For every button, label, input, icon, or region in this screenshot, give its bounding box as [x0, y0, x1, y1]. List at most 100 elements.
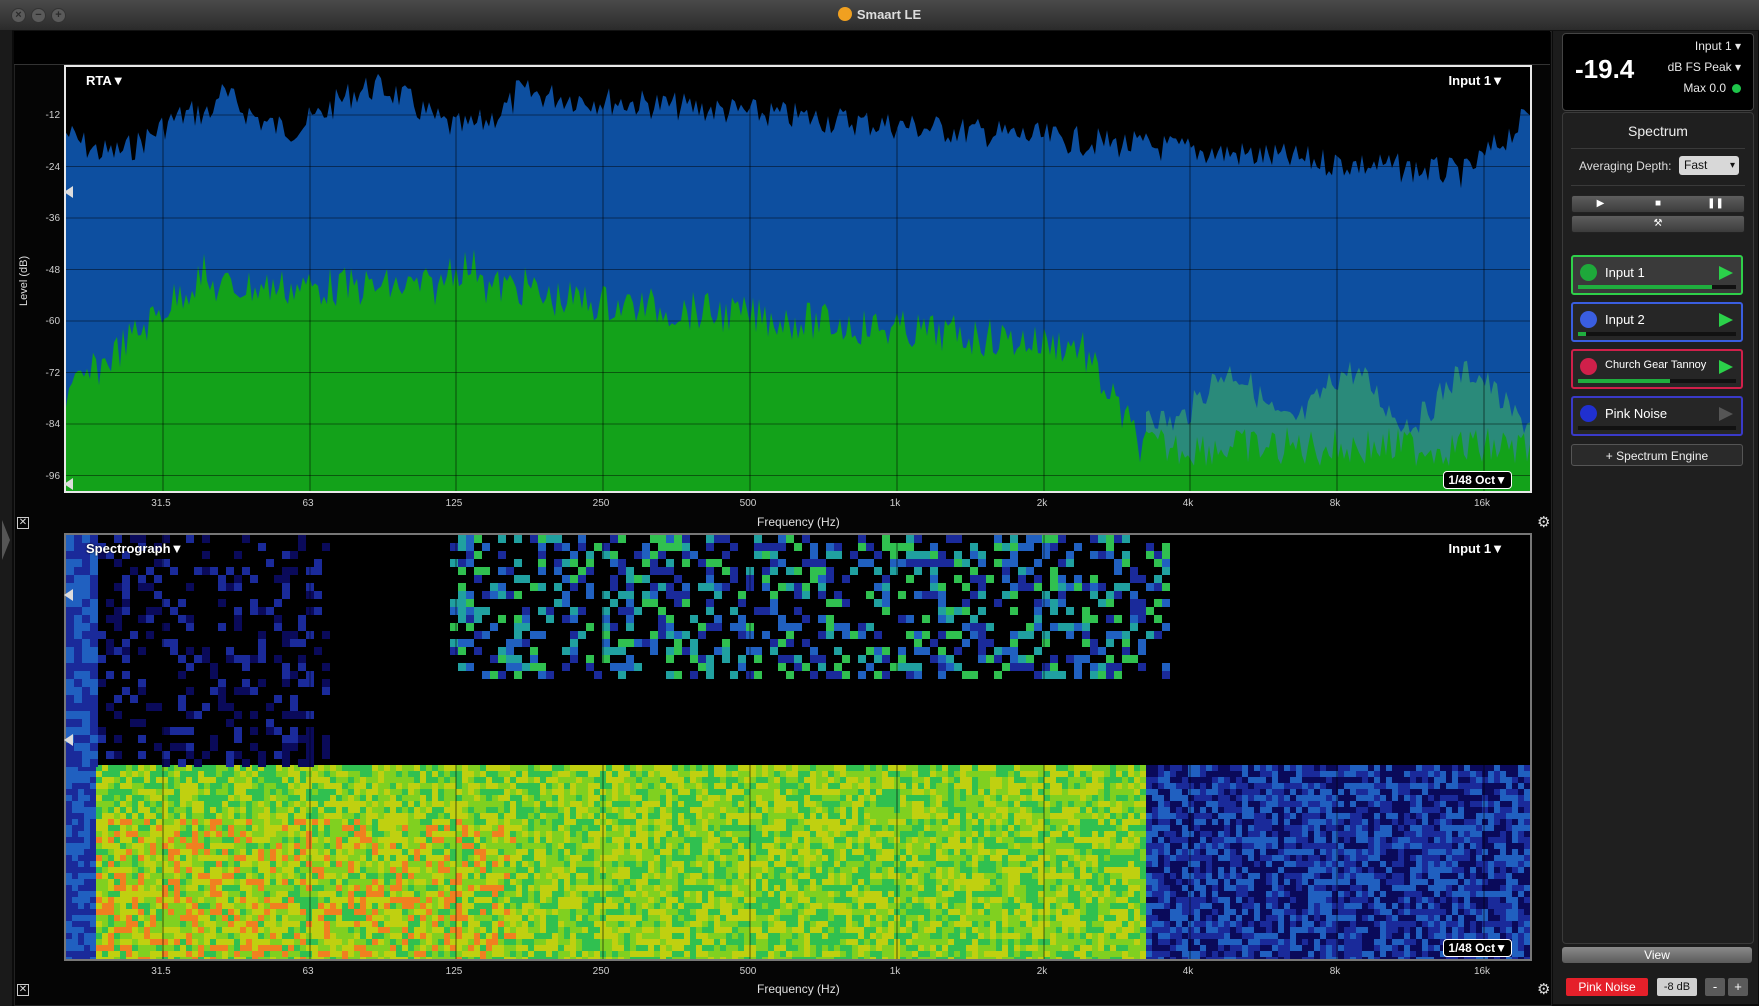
spectrograph-cell — [708, 843, 714, 849]
spectrograph-cell — [282, 897, 288, 903]
spectrograph-cell — [528, 951, 534, 957]
spectrograph-cell — [540, 879, 546, 885]
spectrograph-cell — [192, 879, 198, 885]
spectrograph-cell — [678, 891, 684, 897]
spectrograph-cell — [366, 945, 372, 951]
spectrograph-cell — [216, 825, 222, 831]
spectrograph-cell — [174, 843, 180, 849]
spectrograph-cell — [108, 819, 114, 825]
spectrograph-cell — [228, 945, 234, 951]
rta-top-range-handle[interactable] — [64, 186, 73, 198]
spectrograph-cell — [456, 867, 462, 873]
spectrograph-cell — [774, 957, 780, 959]
spectrograph-cell — [534, 921, 540, 927]
spectrograph-cell — [858, 765, 864, 771]
spectrograph-cell — [486, 861, 492, 867]
rta-settings-gear-icon[interactable]: ⚙ — [1537, 513, 1550, 531]
spectrograph-cell — [240, 819, 246, 825]
spectrograph-cell — [708, 837, 714, 843]
spectrograph-cell — [342, 843, 348, 849]
spectrograph-cell — [558, 771, 564, 777]
spectrograph-cell — [582, 897, 588, 903]
spectrograph-cell — [744, 855, 750, 861]
spectrograph-cell — [828, 867, 834, 873]
spectrograph-cell — [228, 891, 234, 897]
spectrograph-cell — [150, 873, 156, 879]
spectrograph-cell — [432, 813, 438, 819]
spectrograph-cell — [174, 921, 180, 927]
spectrograph-cell — [696, 873, 702, 879]
spectrograph-cell — [918, 957, 924, 959]
spectrograph-cell — [174, 789, 180, 795]
spectrograph-cell — [606, 927, 612, 933]
spectrograph-cell — [858, 807, 864, 813]
spectrograph-cell — [426, 951, 432, 957]
spectrograph-cell — [558, 765, 564, 771]
spectrograph-cell — [222, 957, 228, 959]
spectrograph-cell — [552, 939, 558, 945]
spectrograph-cell — [240, 813, 246, 819]
spectrograph-cell — [888, 927, 894, 933]
spectrograph-cell — [504, 921, 510, 927]
spectrograph-cell — [840, 915, 846, 921]
spectrograph-cell — [714, 783, 720, 789]
spectrograph-cell — [192, 951, 198, 957]
spectrograph-cell — [786, 927, 792, 933]
spectrograph-cell — [546, 861, 552, 867]
spectrograph-cell — [276, 957, 282, 959]
spectrograph-cell — [210, 819, 216, 825]
rta-plot[interactable]: RTA▼ Input 1▼ 1/48 Oct▼ — [64, 65, 1532, 493]
spectrograph-cell — [876, 909, 882, 915]
spectrograph-cell — [720, 777, 726, 783]
spectrograph-cell — [120, 813, 126, 819]
spectrograph-cell — [630, 861, 636, 867]
spectrograph-cell — [348, 927, 354, 933]
spectrograph-cell — [264, 915, 270, 921]
spectrograph-cell — [936, 861, 942, 867]
spectrograph-cell — [492, 891, 498, 897]
spectrograph-cell — [750, 825, 756, 831]
close-rta-pane-icon[interactable]: ✕ — [17, 517, 29, 529]
spectrograph-plot[interactable]: Spectrograph▼ Input 1▼ 1/48 Oct▼ — [64, 533, 1532, 961]
spectrograph-cell — [246, 939, 252, 945]
spectrograph-cell — [762, 891, 768, 897]
spectrograph-cell — [780, 885, 786, 891]
spectrograph-cell — [132, 909, 138, 915]
spectrograph-cell — [618, 861, 624, 867]
spectrograph-cell — [528, 939, 534, 945]
rta-menu-label[interactable]: RTA▼ — [86, 73, 125, 88]
spectrograph-cell — [738, 765, 744, 771]
spectrograph-cell — [390, 819, 396, 825]
spectrograph-cell — [864, 903, 870, 909]
rta-bottom-range-handle[interactable] — [64, 478, 73, 490]
spectrograph-cell — [822, 801, 828, 807]
spectrograph-cell — [420, 765, 426, 771]
spectrograph-cell — [468, 777, 474, 783]
spectrograph-cell — [492, 933, 498, 939]
spectrograph-cell — [942, 819, 948, 825]
spectrograph-cell — [486, 951, 492, 957]
spectrograph-cell — [594, 873, 600, 879]
spectrograph-cell — [102, 939, 108, 945]
spectrograph-cell — [342, 849, 348, 855]
spectrograph-cell — [942, 951, 948, 957]
spectrograph-cell — [450, 825, 456, 831]
spectrograph-cell — [102, 885, 108, 891]
spectrograph-cell — [684, 861, 690, 867]
left-collapse-strip[interactable] — [0, 30, 12, 1006]
rta-input-selector[interactable]: Input 1▼ — [1449, 73, 1504, 88]
spectrograph-cell — [732, 807, 738, 813]
spectrograph-cell — [720, 933, 726, 939]
spectrograph-cell — [906, 897, 912, 903]
spectrograph-cell — [246, 813, 252, 819]
rta-resolution-selector[interactable]: 1/48 Oct▼ — [1443, 471, 1512, 489]
spectrograph-cell — [288, 885, 294, 891]
spectrograph-cell — [414, 885, 420, 891]
spectrograph-cell — [864, 885, 870, 891]
spectrograph-cell — [834, 783, 840, 789]
spectrograph-cell — [942, 939, 948, 945]
expand-handle-icon[interactable] — [2, 520, 10, 560]
spectrograph-cell — [222, 939, 228, 945]
spectrograph-cell — [366, 825, 372, 831]
spectrograph-cell — [726, 837, 732, 843]
